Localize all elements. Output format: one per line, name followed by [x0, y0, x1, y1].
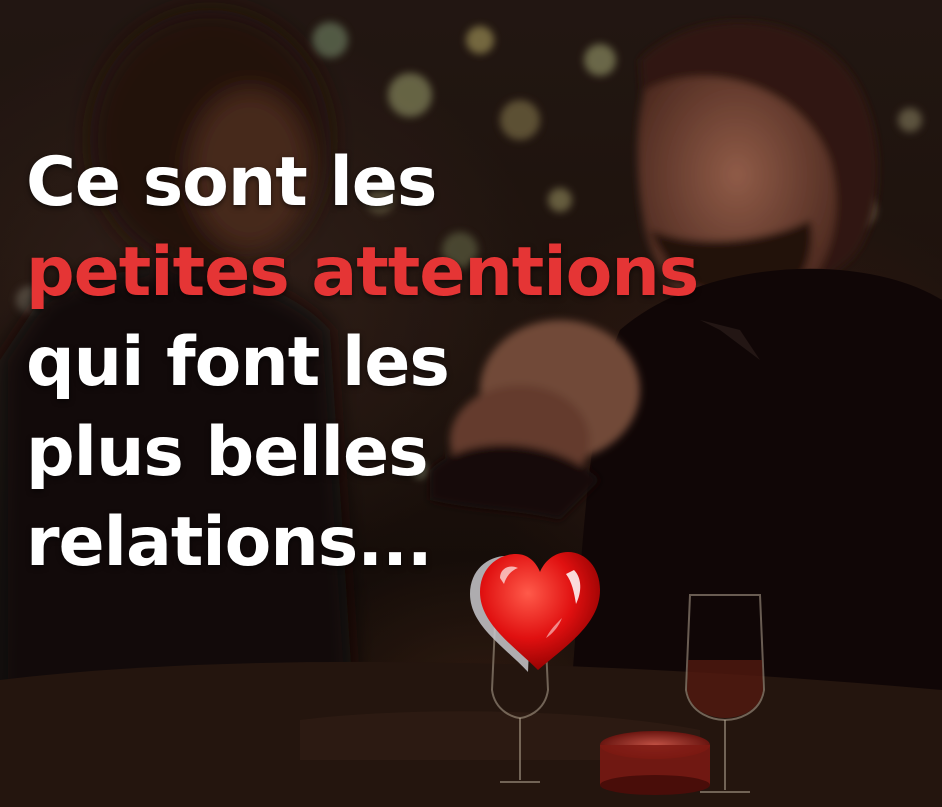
- quote-line-1: Ce sont les: [26, 143, 437, 222]
- quote-line-2-highlight: petites attentions: [26, 233, 699, 312]
- photo-scene: Ce sont les petites attentions qui font …: [0, 0, 942, 807]
- heart-icon: [470, 552, 600, 672]
- quote-line-4: plus belles: [26, 413, 429, 492]
- quote-line-3: qui font les: [26, 323, 450, 402]
- quote-text: Ce sont les petites attentions qui font …: [26, 138, 699, 588]
